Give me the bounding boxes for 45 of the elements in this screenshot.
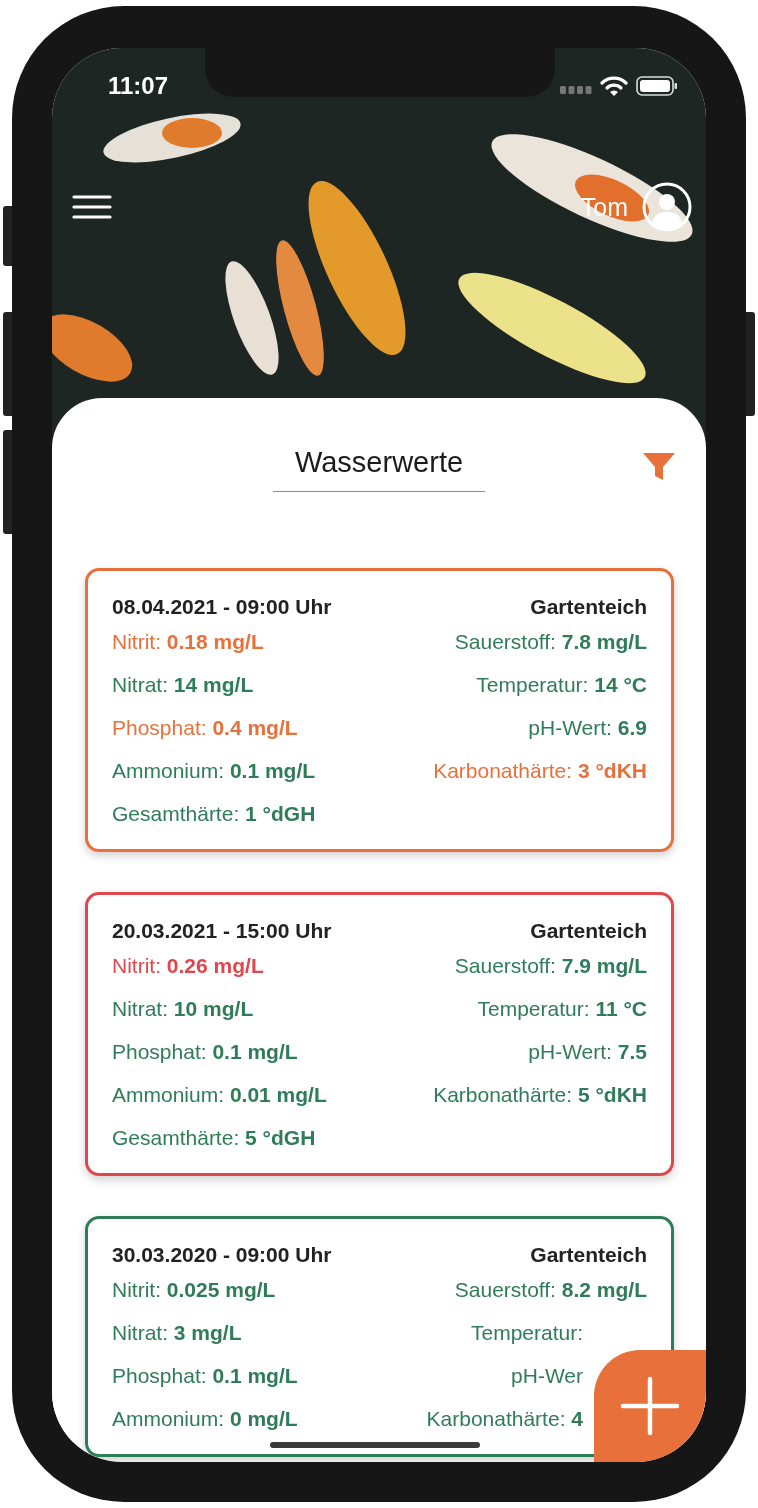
- parameter-reading: Temperatur: 14 °C: [476, 672, 647, 698]
- plus-icon: [620, 1376, 680, 1436]
- parameter-reading: Karbonathärte: 5 °dKH: [433, 1082, 647, 1108]
- status-time: 11:07: [108, 72, 169, 100]
- parameter-reading: Ammonium: 0.1 mg/L: [112, 758, 317, 784]
- measurement-date: 20.03.2021 - 15:00 Uhr: [112, 919, 332, 943]
- parameter-reading: Temperatur:: [470, 1320, 584, 1346]
- parameter-reading: Nitrat: 3 mg/L: [112, 1320, 243, 1346]
- parameter-reading: Nitrit: 0.025 mg/L: [112, 1277, 277, 1303]
- parameter-reading: Ammonium: 0 mg/L: [112, 1406, 299, 1432]
- parameter-reading: Gesamthärte: 1 °dGH: [112, 801, 317, 827]
- parameter-reading: Nitrit: 0.26 mg/L: [112, 953, 265, 979]
- measurement-card[interactable]: 08.04.2021 - 09:00 Uhr Gartenteich Nitrit: 0.18 mg/L Sauerstoff: 7.8 mg/L Nitrat: 14 mg/L Temperatur: 14 °C Phosphat: 0.4 mg/L pH-Wert: 6.9 Ammonium: 0.1 mg/L Karbonathärte: 3 °dKH Gesamthärte: 1 °dGH: [85, 568, 674, 852]
- parameter-reading: Temperatur: 11 °C: [477, 996, 647, 1022]
- parameter-reading: Nitrit: 0.18 mg/L: [112, 629, 265, 655]
- parameter-reading: Nitrat: 14 mg/L: [112, 672, 255, 698]
- parameter-reading: Sauerstoff: 7.9 mg/L: [454, 953, 647, 979]
- wifi-icon: [600, 75, 628, 97]
- menu-icon: [72, 194, 112, 220]
- measurement-date: 08.04.2021 - 09:00 Uhr: [112, 595, 332, 619]
- parameter-reading: Nitrat: 10 mg/L: [112, 996, 255, 1022]
- avatar-icon[interactable]: [642, 182, 692, 232]
- page-title: Wasserwerte: [272, 446, 486, 492]
- parameter-reading: Sauerstoff: 8.2 mg/L: [454, 1277, 647, 1303]
- add-button[interactable]: [594, 1350, 706, 1462]
- filter-icon: [642, 452, 676, 482]
- parameter-reading: Phosphat: 0.1 mg/L: [112, 1363, 299, 1389]
- parameter-reading: Phosphat: 0.1 mg/L: [112, 1039, 299, 1065]
- battery-icon: [636, 76, 678, 96]
- parameter-reading: pH-Wert: 7.5: [528, 1039, 647, 1065]
- parameter-reading: Karbonathärte: 3 °dKH: [433, 758, 647, 784]
- measurement-date: 30.03.2020 - 09:00 Uhr: [112, 1243, 332, 1267]
- parameter-reading: Sauerstoff: 7.8 mg/L: [454, 629, 647, 655]
- parameter-reading: pH-Wert: 6.9: [528, 715, 647, 741]
- pond-name: Gartenteich: [530, 595, 647, 619]
- parameter-reading: Phosphat: 0.4 mg/L: [112, 715, 299, 741]
- measurement-card[interactable]: 30.03.2020 - 09:00 Uhr Gartenteich Nitrit: 0.025 mg/L Sauerstoff: 8.2 mg/L Nitrat: 3 mg/L Temperatur: Phosphat: 0.1 mg/L pH-Wer Ammonium: 0 mg/L Karbonathärte: 4: [85, 1216, 674, 1457]
- parameter-reading: Karbonathärte: 4: [426, 1406, 584, 1432]
- pond-name: Gartenteich: [530, 1243, 647, 1267]
- parameter-reading: pH-Wer: [511, 1363, 584, 1389]
- measurement-card[interactable]: [85, 892, 674, 1176]
- parameter-reading: Ammonium: 0.01 mg/L: [112, 1082, 328, 1108]
- signal-icon: [560, 86, 592, 94]
- pond-name: Gartenteich: [530, 919, 647, 943]
- parameter-reading: Gesamthärte: 5 °dGH: [112, 1125, 317, 1151]
